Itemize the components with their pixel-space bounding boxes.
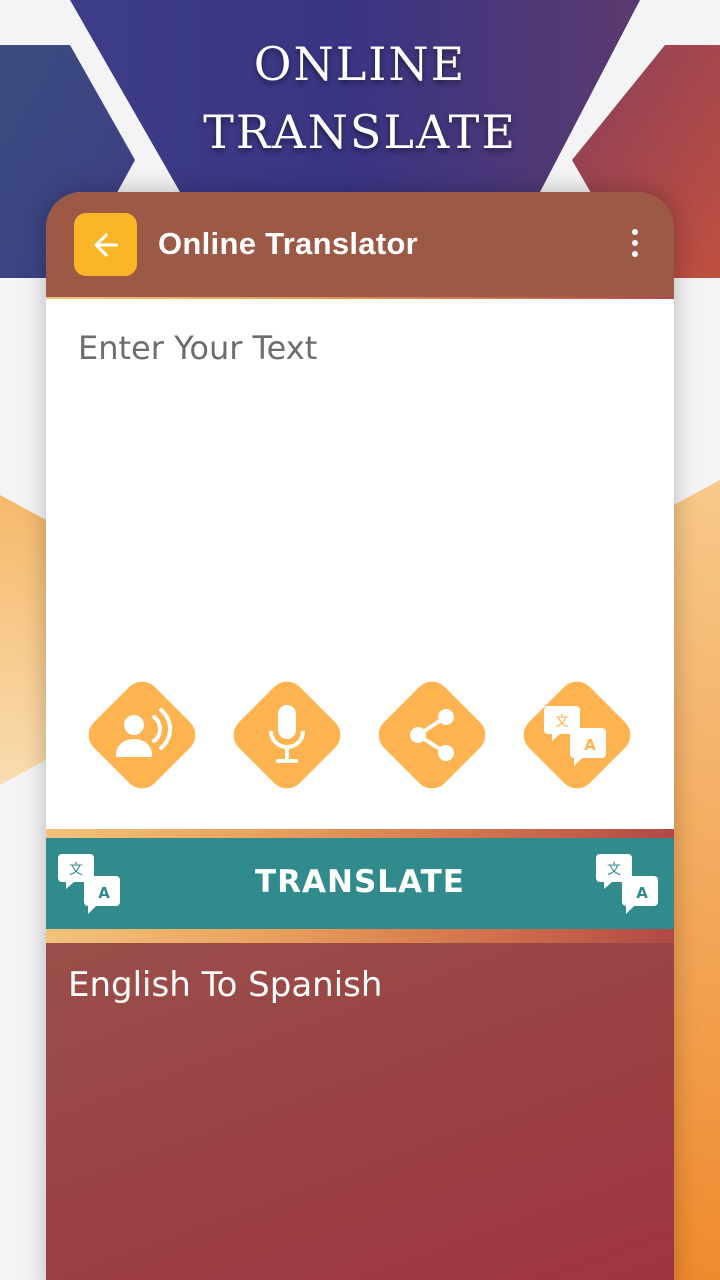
share-button[interactable]: [371, 674, 493, 796]
promo-line-1: ONLINE: [253, 37, 467, 91]
promo-heading: ONLINE TRANSLATE: [0, 30, 720, 166]
input-card: 文 A: [46, 299, 674, 829]
microphone-icon: [267, 703, 307, 767]
speak-text-button[interactable]: [81, 674, 203, 796]
more-options-button[interactable]: [620, 220, 650, 266]
promo-line-2: TRANSLATE: [203, 105, 517, 159]
svg-text:A: A: [584, 736, 596, 754]
more-vertical-icon: [632, 229, 638, 235]
svg-text:A: A: [636, 884, 648, 902]
svg-text:文: 文: [555, 714, 569, 730]
translate-language-button[interactable]: 文 A: [516, 674, 638, 796]
output-card: English To Spanish: [46, 943, 674, 1280]
share-icon: [406, 707, 458, 763]
phone-screen: Online Translator Enter Your Text 文 A 文 …: [46, 192, 674, 1280]
arrow-left-icon: [93, 232, 118, 257]
voice-input-button[interactable]: [226, 674, 348, 796]
app-bar: Online Translator: [46, 192, 674, 297]
language-pair-label: English To Spanish: [68, 965, 383, 1005]
back-button[interactable]: [74, 213, 137, 276]
speaker-person-icon: [112, 707, 172, 763]
translate-icon: 文 A: [596, 850, 662, 921]
translate-icon: 文 A: [544, 702, 610, 768]
text-input[interactable]: [46, 299, 674, 659]
translate-button[interactable]: 文 A TRANSLATE 文 A: [46, 838, 674, 929]
svg-text:文: 文: [607, 862, 621, 878]
translate-label: TRANSLATE: [255, 864, 465, 900]
app-title: Online Translator: [158, 226, 419, 261]
